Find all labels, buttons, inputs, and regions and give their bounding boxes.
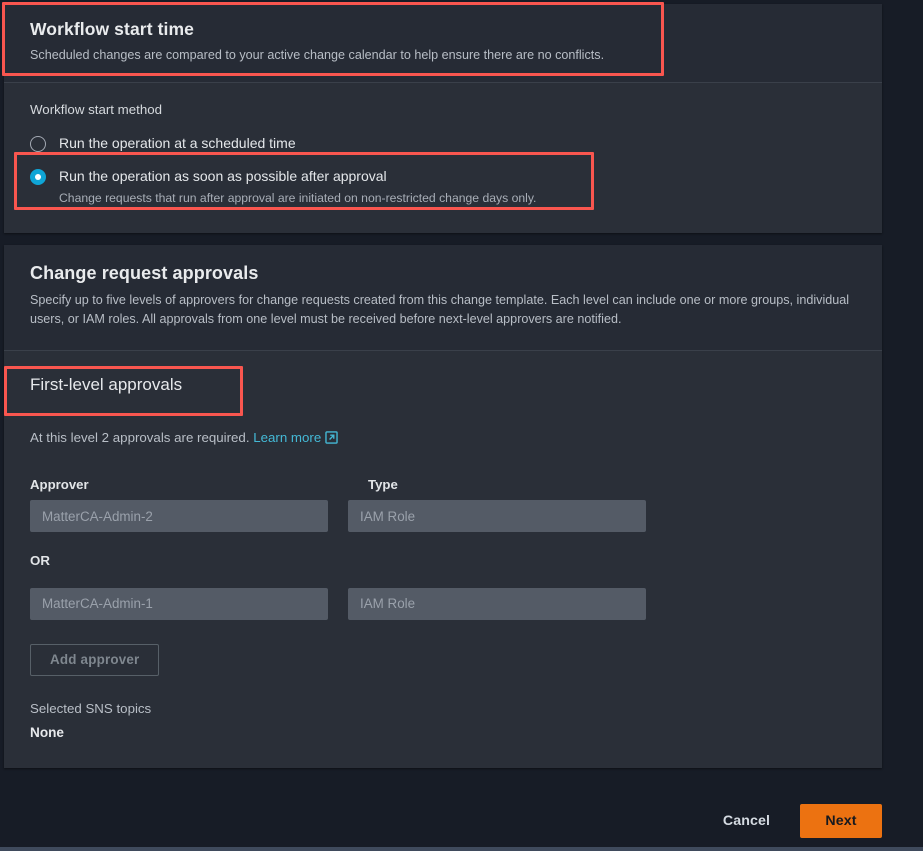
workflow-start-method-label: Workflow start method [30,101,856,118]
approvals-panel-description: Specify up to five levels of approvers f… [30,291,856,329]
radio-option-asap-description: Change requests that run after approval … [59,189,536,207]
approvals-required-note: At this level 2 approvals are required. … [30,429,856,450]
first-level-approvals-title: First-level approvals [30,371,856,400]
approver-type-input-1[interactable]: IAM Role [348,500,646,532]
workflow-start-time-panel: Workflow start time Scheduled changes ar… [4,4,882,233]
approver-input-1[interactable]: MatterCA-Admin-2 [30,500,328,532]
approver-row-1: MatterCA-Admin-2 IAM Role [30,500,856,532]
radio-option-scheduled-time[interactable]: Run the operation at a scheduled time [30,130,856,157]
page-title: Workflow start time [30,18,856,42]
approvers-form: Approver Type MatterCA-Admin-2 IAM Role … [30,476,856,767]
approvals-required-text: At this level 2 approvals are required. [30,430,250,445]
radio-option-asap-after-approval[interactable]: Run the operation as soon as possible af… [30,163,856,211]
approver-input-2[interactable]: MatterCA-Admin-1 [30,588,328,620]
approvals-panel-title: Change request approvals [30,261,856,285]
first-level-approvals-section: First-level approvals At this level 2 ap… [4,351,882,768]
approvals-panel-header: Change request approvals Specify up to f… [4,245,882,351]
selected-sns-topics-label: Selected SNS topics [30,700,856,717]
learn-more-label: Learn more [253,430,321,445]
approvers-column-headers: Approver Type [30,476,856,493]
or-separator-label: OR [30,552,856,569]
radio-selected-icon[interactable] [30,169,46,185]
next-button[interactable]: Next [800,804,882,838]
change-request-approvals-panel: Change request approvals Specify up to f… [4,245,882,768]
add-approver-button[interactable]: Add approver [30,644,159,676]
learn-more-link[interactable]: Learn more [253,430,338,445]
radio-option-asap-texts: Run the operation as soon as possible af… [59,167,536,207]
workflow-panel-body: Workflow start method Run the operation … [4,83,882,234]
column-header-approver: Approver [30,476,348,493]
selected-sns-topics-value: None [30,724,856,768]
radio-option-scheduled-time-label: Run the operation at a scheduled time [59,135,296,151]
change-template-wizard-page: Workflow start time Scheduled changes ar… [0,0,923,851]
external-link-icon [325,431,338,450]
approver-type-input-2[interactable]: IAM Role [348,588,646,620]
workflow-panel-header: Workflow start time Scheduled changes ar… [4,4,882,83]
approver-row-2: MatterCA-Admin-1 IAM Role [30,588,856,620]
radio-option-scheduled-time-texts: Run the operation at a scheduled time [59,134,296,153]
workflow-panel-description: Scheduled changes are compared to your a… [30,46,856,65]
wizard-footer: Cancel Next [0,790,923,851]
radio-unselected-icon[interactable] [30,136,46,152]
cancel-button[interactable]: Cancel [709,805,784,837]
radio-option-asap-label: Run the operation as soon as possible af… [59,168,387,184]
column-header-type: Type [368,476,666,493]
